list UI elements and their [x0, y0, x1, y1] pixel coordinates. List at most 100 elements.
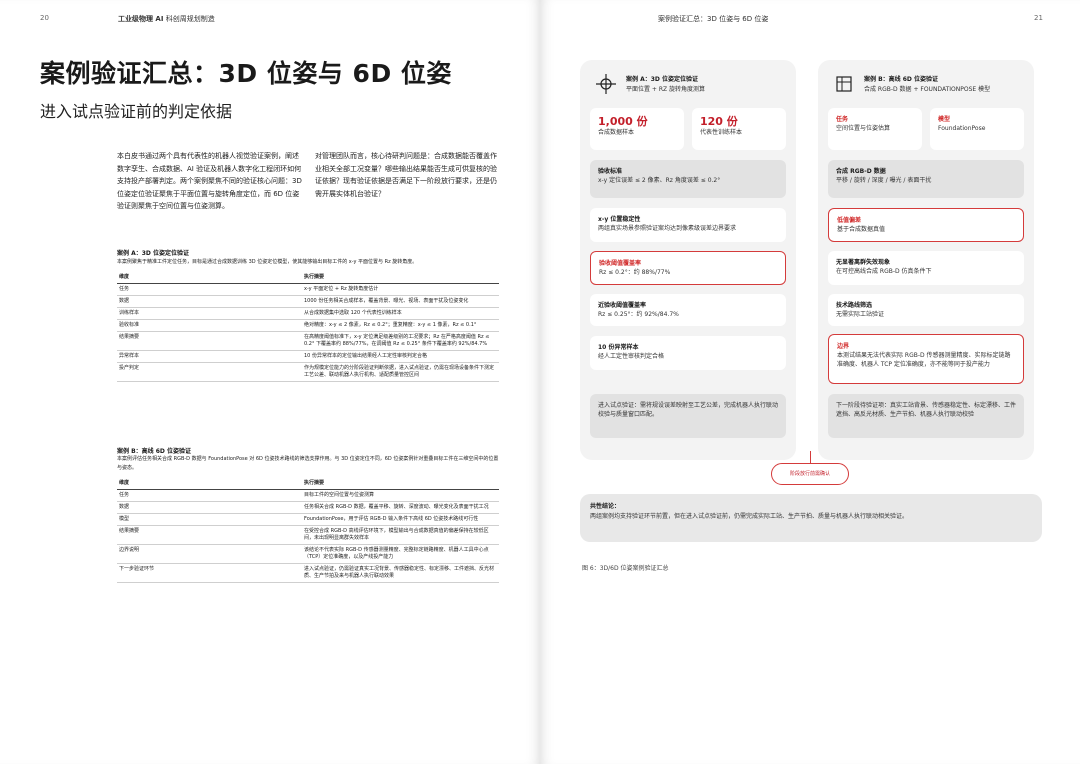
case-b-model: 模型 FoundationPose [930, 108, 1024, 150]
cell-dimension: 训练样本 [117, 307, 302, 320]
box-text: x-y 定位误差 ≤ 2 像素、Rz 角度误差 ≤ 0.2° [598, 177, 721, 184]
case-a-anomaly: 10 份异常样本 经人工定性审核判定合格 [590, 336, 786, 370]
table-row: 结果摘要 在高精度阈值标准下，x-y 定位满足级差级别的工况要求；Rz 在严格高度… [117, 331, 499, 351]
cell-summary: 进入试点验证，仍需验证真实工况背景、传感器稳定性、标定漂移、工件遮挡、反光材质、… [302, 563, 499, 583]
case-a-stat-training: 120 份 代表性训练样本 [692, 108, 786, 150]
release-gate-pill: 阶段放行前需确认 [771, 463, 849, 485]
case-b-data: 合成 RGB-D 数据 平移 / 旋转 / 深度 / 曝光 / 表面干扰 [828, 160, 1024, 198]
cell-summary: 作为规模定位能力的分阶段验证判断依据，进入试点验证，仍需在现场设备条件下测定工艺… [302, 362, 499, 382]
table-header-dimension: 维度 [117, 478, 302, 490]
section-b-table: 维度 执行摘要 任务 目标工件的空间位置与位姿测算 数据 任务相关合成 RGB-D 数… [117, 478, 499, 583]
cell-summary: 在受控合成 RGB-D 高线评估环境下，模型输出与合成数据真值的偏差保持在较低区… [302, 525, 499, 545]
box-title: 10 份异常样本 [598, 344, 639, 351]
right-running-header: 案例验证汇总：3D 位姿与 6D 位姿 [658, 15, 769, 23]
box-text: FoundationPose [938, 125, 986, 132]
cell-summary: 该结论不代表实际 RGB-D 传感器测量精度、完整标定链路精度、机器人工具中心点… [302, 544, 499, 564]
case-a-card: 案例 A：3D 位姿定位验证 平面位置 + RZ 旋转角度测算 1,000 份 … [580, 60, 796, 460]
table-row: 验收标准 绝对精度：x-y ≤ 2 像素，Rz ≤ 0.2°；重复精度：x-y ≤… [117, 319, 499, 332]
crosshair-icon [596, 74, 616, 94]
cell-summary: 目标工件的空间位置与位姿测算 [302, 489, 499, 502]
cell-summary: 任务相关合成 RGB-D 数据，覆盖平移、旋转、深度波动、曝光变化及表面干扰工况 [302, 501, 499, 514]
case-a-near-coverage: 近验收阈值覆盖率 Rz ≤ 0.25°：约 92%/84.7% [590, 294, 786, 326]
box-text: 空间位置与位姿估算 [836, 125, 891, 132]
box-text: 两组真实场景参照验证案均达到像素级误差边界要求 [598, 225, 737, 232]
page-subtitle: 进入试点验证前的判定依据 [40, 102, 233, 121]
conclusion-text: 两组案例均支持验证环节前置，但在进入试点验证前，仍需完成实际工站、生产节拍、质量… [590, 513, 909, 520]
box-text: 经人工定性审核判定合格 [598, 353, 665, 360]
stat-label: 代表性训练样本 [700, 129, 743, 136]
cell-summary: x-y 平面定位 + Rz 旋转角度估计 [302, 283, 499, 296]
case-b-header: 案例 B：高线 6D 位姿验证 合成 RGB-D 数据 + FOUNDATION… [830, 68, 1030, 98]
box-title: 边界 [837, 343, 850, 350]
table-row: 任务 x-y 平面定位 + Rz 旋转角度估计 [117, 283, 499, 296]
case-a-next-step: 进入试点验证：需将规设误差映射至工艺公差，完成机器人执行联动校验与质量窗口匹配。 [590, 394, 786, 438]
box-title: 模型 [938, 116, 951, 123]
table-row: 边界说明 该结论不代表实际 RGB-D 传感器测量精度、完整标定链路精度、机器人工… [117, 544, 499, 564]
box-title: 技术路线筛选 [836, 302, 873, 309]
case-a-subtitle: 平面位置 + RZ 旋转角度测算 [626, 86, 706, 93]
box-title: 验收阈值覆盖率 [599, 260, 642, 267]
intro-column-2: 对管理团队而言，核心待研判问题是：合成数据能否覆盖作业相关全部工况变量？哪些输出… [315, 152, 497, 198]
box-text: 进入试点验证：需将规设误差映射至工艺公差，完成机器人执行联动校验与质量窗口匹配。 [598, 402, 779, 418]
table-row: 数据 1000 份任务相关合成样本，覆盖背景、曝光、视场、表面干扰及位姿变化 [117, 295, 499, 308]
section-a-title: 案例 A：3D 位姿定位验证 [117, 250, 189, 257]
cell-summary: 10 份异常样本的定位输出结果经人工定性审核判定合格 [302, 350, 499, 363]
cell-summary: 从合成数据集中选取 120 个代表性训练样本 [302, 307, 499, 320]
left-running-header-bold: 工业级物理 AI [118, 15, 164, 23]
cell-dimension: 投产判定 [117, 362, 302, 382]
case-b-task: 任务 空间位置与位姿估算 [828, 108, 922, 150]
box-title: 无显著离群失效现象 [836, 259, 891, 266]
cell-summary: 绝对精度：x-y ≤ 2 像素，Rz ≤ 0.2°；重复精度：x-y ≤ 1 像… [302, 319, 499, 332]
case-b-subtitle: 合成 RGB-D 数据 + FOUNDATIONPOSE 模型 [864, 86, 991, 93]
table-header-summary: 执行摘要 [302, 478, 499, 490]
table-row: 投产判定 作为规模定位能力的分阶段验证判断依据，进入试点验证，仍需在现场设备条件下… [117, 362, 499, 382]
table-row: 结果摘要 在受控合成 RGB-D 高线评估环境下，模型输出与合成数据真值的偏差保持… [117, 525, 499, 545]
cell-dimension: 任务 [117, 283, 302, 296]
cell-dimension: 数据 [117, 295, 302, 308]
box-title: 合成 RGB-D 数据 [836, 168, 886, 175]
connector-line [810, 451, 811, 463]
box-title: 低值偏差 [837, 217, 862, 224]
case-b-no-outliers: 无显著离群失效现象 在可控高线合成 RGB-D 仿真条件下 [828, 251, 1024, 285]
box-text: 下一阶段待验证项：真实工站背景、传感器稳定性、标定漂移、工件遮挡、高反光材质、生… [836, 402, 1017, 418]
box-text: Rz ≤ 0.2°：约 88%/77% [599, 269, 671, 276]
cell-dimension: 模型 [117, 513, 302, 526]
case-b-card: 案例 B：高线 6D 位姿验证 合成 RGB-D 数据 + FOUNDATION… [818, 60, 1034, 460]
stat-value: 1,000 份 [598, 115, 648, 128]
box-text: 本测试结果无法代表实际 RGB-D 传感器测量精度、实际标定链路准确度、机器人 … [837, 352, 1011, 368]
cell-dimension: 数据 [117, 501, 302, 514]
cell-summary: 在高精度阈值标准下，x-y 定位满足级差级别的工况要求；Rz 在严格高度阈值 R… [302, 331, 499, 351]
cell-dimension: 结果摘要 [117, 331, 302, 351]
conclusion-title: 共性结论： [590, 503, 621, 510]
cell-dimension: 异常样本 [117, 350, 302, 363]
case-a-stat-samples: 1,000 份 合成数据样本 [590, 108, 684, 150]
cell-dimension: 下一步验证环节 [117, 563, 302, 583]
section-b-description: 本案例评估任务相关合成 RGB-D 数据与 FoundationPose 对 6… [117, 456, 499, 471]
case-a-xy-stability: x-y 位置稳定性 两组真实场景参照验证案均达到像素级误差边界要求 [590, 208, 786, 242]
table-header-row: 维度 执行摘要 [117, 272, 499, 284]
page-title: 案例验证汇总：3D 位姿与 6D 位姿 [40, 59, 452, 88]
table-header-summary: 执行摘要 [302, 272, 499, 284]
page-spread: 20 工业级物理 AI 科创周规划制造 案例验证汇总：3D 位姿与 6D 位姿 … [0, 0, 1080, 764]
stat-value: 120 份 [700, 115, 738, 128]
intro-column-1: 本白皮书通过两个具有代表性的机器人视觉验证案例，阐述数字孪生、合成数据、AI 验… [117, 152, 302, 210]
cell-dimension: 验收标准 [117, 319, 302, 332]
box-text: 无需实际工站验证 [836, 311, 885, 318]
case-b-deviation: 低值偏差 基于合成数据真值 [828, 208, 1024, 242]
stat-label: 合成数据样本 [598, 129, 635, 136]
section-a-table: 维度 执行摘要 任务 x-y 平面定位 + Rz 旋转角度估计 数据 1000 份任务… [117, 272, 499, 382]
box-title: 验收标准 [598, 168, 623, 175]
section-b-title: 案例 B：高线 6D 位姿验证 [117, 448, 191, 455]
left-running-header-rest: 科创周规划制造 [163, 15, 215, 23]
case-b-route-screening: 技术路线筛选 无需实际工站验证 [828, 294, 1024, 326]
common-conclusion-box: 共性结论： 两组案例均支持验证环节前置，但在进入试点验证前，仍需完成实际工站、生… [580, 494, 1042, 542]
cell-dimension: 边界说明 [117, 544, 302, 564]
cell-summary: 1000 份任务相关合成样本，覆盖背景、曝光、视场、表面干扰及位姿变化 [302, 295, 499, 308]
box-text: Rz ≤ 0.25°：约 92%/84.7% [598, 311, 679, 318]
box-text: 平移 / 旋转 / 深度 / 曝光 / 表面干扰 [836, 177, 932, 184]
right-page-number: 21 [1034, 14, 1043, 22]
case-a-strict-coverage: 验收阈值覆盖率 Rz ≤ 0.2°：约 88%/77% [590, 251, 786, 285]
table-row: 数据 任务相关合成 RGB-D 数据，覆盖平移、旋转、深度波动、曝光变化及表面干扰… [117, 501, 499, 514]
box-title: 任务 [836, 116, 849, 123]
box-text: 基于合成数据真值 [837, 226, 886, 233]
